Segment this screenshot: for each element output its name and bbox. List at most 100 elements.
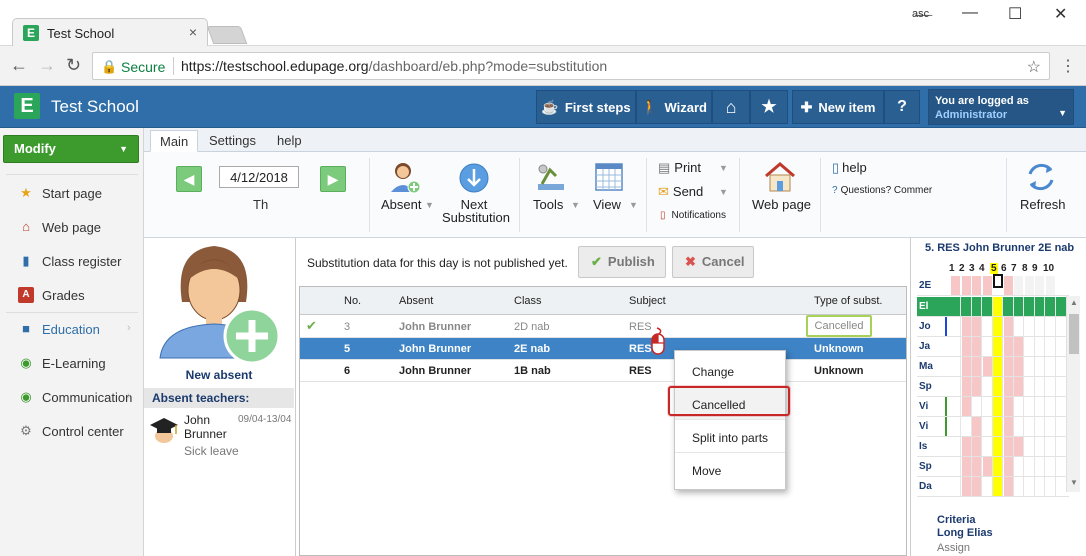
timetable-cell[interactable]	[1014, 357, 1024, 376]
timetable-cell[interactable]	[1045, 397, 1056, 416]
timetable-cell[interactable]	[1035, 397, 1045, 416]
questions-link[interactable]: ? Questions? Commer	[832, 185, 932, 196]
scroll-up-icon[interactable]: ▲	[1070, 298, 1078, 307]
timetable-cell[interactable]	[1014, 377, 1024, 396]
timetable-cell[interactable]	[972, 276, 982, 295]
timetable-cell[interactable]	[1045, 276, 1056, 295]
timetable-cell[interactable]	[1035, 457, 1045, 476]
timetable-cell[interactable]	[1035, 337, 1045, 356]
timetable-cell[interactable]	[1045, 317, 1056, 336]
timetable-cell[interactable]	[993, 317, 1003, 336]
timetable-cell[interactable]	[982, 437, 993, 456]
new-item-button[interactable]: ✚ New item	[792, 90, 884, 124]
teacher-row[interactable]: Sp	[917, 457, 1069, 477]
url-input[interactable]: 🔒 Secure https://testschool.edupage.org/…	[92, 52, 1050, 80]
timetable-cell[interactable]	[1024, 297, 1035, 316]
timetable-cell[interactable]	[972, 437, 982, 456]
timetable-cell[interactable]	[1045, 297, 1056, 316]
timetable-cell[interactable]	[993, 357, 1003, 376]
timetable-cell[interactable]	[961, 337, 972, 356]
publish-button[interactable]: ✔ Publish	[578, 246, 666, 278]
view-button[interactable]: View	[593, 198, 621, 211]
forward-icon[interactable]: →	[38, 55, 56, 76]
table-row[interactable]: 6 John Brunner 1B nab RES Unknown	[300, 360, 906, 382]
browser-tab[interactable]: E Test School ×	[12, 18, 208, 46]
timetable-cell[interactable]	[1024, 377, 1035, 396]
timetable-cell[interactable]	[951, 437, 961, 456]
timetable-cell[interactable]	[1024, 357, 1035, 376]
timetable-cell[interactable]	[1035, 477, 1045, 496]
sidebar-item-grades[interactable]: A Grades	[0, 278, 143, 312]
timetable-cell[interactable]	[961, 297, 972, 316]
timetable-scrollbar[interactable]: ▲ ▼	[1066, 296, 1080, 492]
wizard-button[interactable]: 🚶 Wizard	[636, 90, 712, 124]
timetable-cell[interactable]	[972, 337, 982, 356]
teacher-row[interactable]: Jo	[917, 317, 1069, 337]
timetable-cell[interactable]	[1014, 317, 1024, 336]
teacher-row[interactable]: Ja	[917, 337, 1069, 357]
absent-button[interactable]: Absent	[381, 198, 421, 211]
timetable-cell[interactable]	[1014, 297, 1024, 316]
refresh-icon[interactable]	[1024, 160, 1058, 194]
timetable-cell[interactable]	[1003, 276, 1014, 295]
timetable-cell[interactable]	[1024, 317, 1035, 336]
first-steps-button[interactable]: ☕ First steps	[536, 90, 636, 124]
timetable-cell[interactable]	[982, 357, 993, 376]
timetable-cell[interactable]	[1003, 337, 1014, 356]
timetable-cell[interactable]	[961, 377, 972, 396]
favorites-button[interactable]: ★	[750, 90, 788, 124]
column-header-no[interactable]: No.	[344, 295, 361, 307]
timetable-cell[interactable]	[982, 457, 993, 476]
maximize-icon[interactable]: ☐	[1008, 4, 1022, 24]
timetable-cell[interactable]	[1003, 457, 1014, 476]
sidebar-item-education[interactable]: ■ Education ›	[0, 312, 143, 346]
user-menu[interactable]: You are logged as Administrator ▼	[928, 89, 1074, 125]
timetable-cell[interactable]	[993, 437, 1003, 456]
teacher-row[interactable]: Is	[917, 437, 1069, 457]
timetable-cell[interactable]	[1003, 477, 1014, 496]
menu-item-split-into-parts[interactable]: Split into parts	[675, 420, 785, 453]
view-grid-icon[interactable]	[594, 162, 624, 192]
column-header-class[interactable]: Class	[514, 295, 542, 307]
timetable-cell[interactable]	[1045, 457, 1056, 476]
sidebar-item-class-register[interactable]: ▮ Class register	[0, 244, 143, 278]
timetable-cell[interactable]	[993, 457, 1003, 476]
table-row[interactable]: ✔ 3 John Brunner 2D nab RES Cancelled	[300, 315, 906, 338]
new-absent-link[interactable]: New absent	[144, 368, 294, 382]
notifications-button[interactable]: ▯ Notifications	[660, 210, 726, 221]
timetable-cell[interactable]	[1045, 337, 1056, 356]
previous-day-button[interactable]: ◀	[176, 166, 202, 192]
timetable-cell[interactable]	[961, 477, 972, 496]
table-row[interactable]: 5 John Brunner 2E nab RES Unknown	[300, 338, 906, 360]
timetable-cell[interactable]	[1024, 477, 1035, 496]
scrollbar-thumb[interactable]	[1069, 314, 1079, 354]
timetable-cell[interactable]	[951, 357, 961, 376]
timetable-cell[interactable]	[993, 397, 1003, 416]
timetable-cell[interactable]	[1003, 357, 1014, 376]
timetable-cell[interactable]	[993, 477, 1003, 496]
menu-item-move[interactable]: Move	[675, 453, 785, 486]
timetable-cell[interactable]	[961, 437, 972, 456]
tools-icon[interactable]	[534, 162, 568, 194]
timetable-cell[interactable]	[1003, 437, 1014, 456]
timetable-cell[interactable]	[961, 317, 972, 336]
timetable-cell[interactable]	[1003, 297, 1014, 316]
chevron-down-icon[interactable]: ▼	[629, 200, 638, 210]
timetable-cell[interactable]	[951, 337, 961, 356]
timetable-cell[interactable]	[961, 397, 972, 416]
timetable-cell[interactable]	[1045, 477, 1056, 496]
bookmark-star-icon[interactable]: ☆	[1027, 57, 1041, 77]
timetable-cell[interactable]	[951, 276, 961, 295]
timetable-cell[interactable]	[1014, 397, 1024, 416]
tab-close-icon[interactable]: ×	[189, 24, 197, 40]
timetable-cell[interactable]	[1035, 276, 1045, 295]
timetable-cell[interactable]	[972, 377, 982, 396]
timetable-cell[interactable]	[1014, 477, 1024, 496]
scroll-down-icon[interactable]: ▼	[1070, 478, 1078, 487]
next-substitution-icon[interactable]	[458, 162, 490, 194]
tools-button[interactable]: Tools	[533, 198, 563, 211]
sidebar-item-control-center[interactable]: ⚙ Control center	[0, 414, 143, 448]
home-button[interactable]: ⌂	[712, 90, 750, 124]
timetable-cell[interactable]	[1035, 417, 1045, 436]
send-button[interactable]: ✉ Send	[658, 184, 703, 200]
